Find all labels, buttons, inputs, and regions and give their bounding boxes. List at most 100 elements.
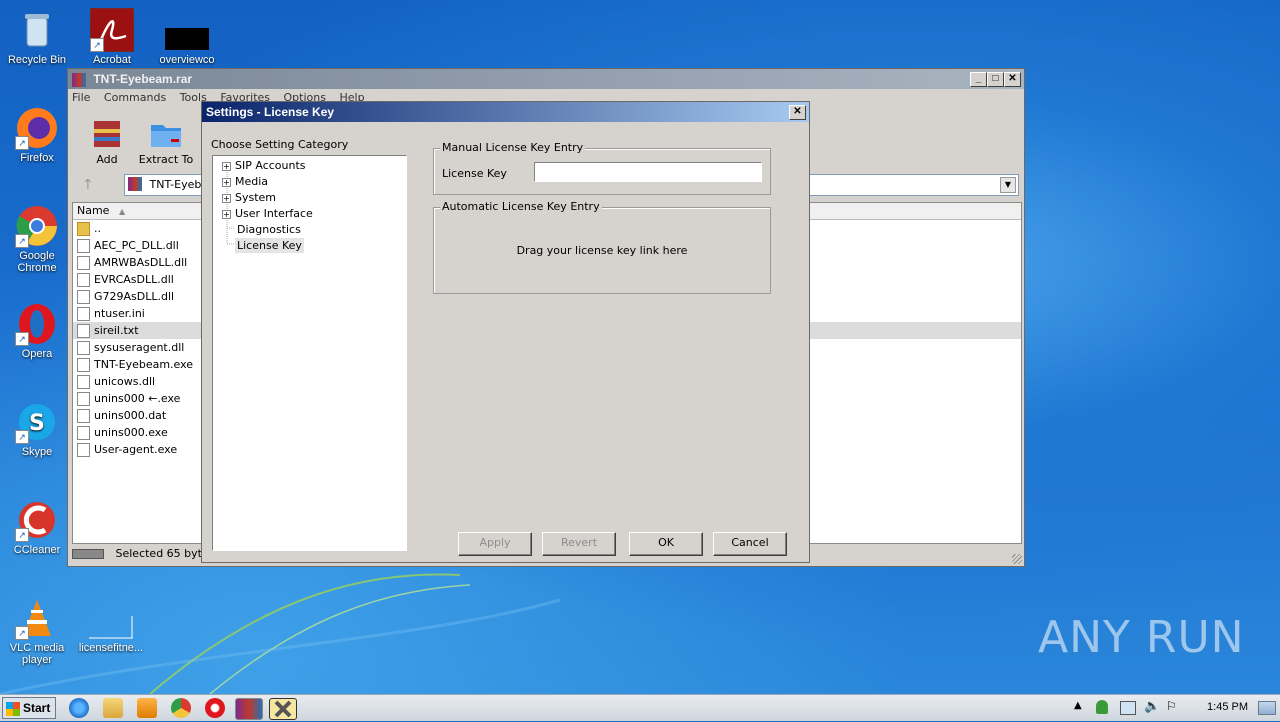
file-icon: [77, 324, 90, 338]
desktop-icon-label: Google Chrome: [17, 250, 57, 274]
file-icon: [77, 256, 90, 270]
category-label: Choose Setting Category: [211, 138, 349, 151]
revert-button[interactable]: Revert: [542, 532, 616, 556]
file-name: AMRWBAsDLL.dll: [94, 256, 188, 269]
apply-button[interactable]: Apply: [458, 532, 532, 556]
flag-icon[interactable]: ⚐: [1166, 699, 1177, 713]
expand-icon[interactable]: +: [222, 209, 231, 219]
show-hidden-icons-icon[interactable]: ▲: [1074, 700, 1082, 711]
desktop-icon-label: Skype: [21, 446, 53, 458]
eyebeam-taskbar-icon[interactable]: [269, 698, 297, 720]
extract-to-label: Extract To: [138, 153, 194, 166]
user-icon[interactable]: [1096, 700, 1108, 714]
file-thumbnail-icon: [165, 8, 209, 52]
desktop-icon-label: licensefitne...: [78, 642, 144, 654]
menu-file[interactable]: File: [72, 91, 90, 104]
chevron-down-icon[interactable]: ▼: [1000, 177, 1016, 193]
file-icon: [77, 426, 90, 440]
add-label: Add: [96, 153, 118, 166]
ok-button[interactable]: OK: [629, 532, 703, 556]
winrar-titlebar[interactable]: TNT-Eyebeam.rar _ □ ✕: [68, 69, 1024, 89]
license-key-input[interactable]: [534, 162, 762, 182]
clock[interactable]: 1:45 PM: [1207, 701, 1248, 713]
folder-extract-icon: [149, 117, 183, 151]
expand-icon[interactable]: +: [222, 161, 231, 171]
dialog-titlebar[interactable]: Settings - License Key ✕: [202, 102, 809, 122]
file-name: User-agent.exe: [94, 443, 178, 456]
status-bar: Selected 65 bytes: [72, 545, 214, 563]
desktop-icon-ccleaner[interactable]: ↗ CCleaner: [0, 498, 74, 556]
sort-ascending-icon: ▲: [118, 207, 126, 216]
extract-to-button[interactable]: Extract To: [136, 117, 196, 166]
desktop-icon-firefox[interactable]: ↗ Firefox: [0, 106, 74, 164]
svg-text:S: S: [29, 411, 45, 436]
file-icon: [77, 273, 90, 287]
windows-logo-icon: [6, 701, 20, 716]
taskbar: Start ▲ 🔈 ⚐ 1:45 PM: [0, 694, 1280, 721]
status-text: Selected 65 bytes: [115, 547, 215, 560]
tree-item-sip-accounts[interactable]: + SIP Accounts: [222, 158, 306, 173]
cancel-button[interactable]: Cancel: [713, 532, 787, 556]
skype-icon: S ↗: [15, 400, 59, 444]
file-thumbnail-icon: [89, 596, 133, 640]
license-key-label: License Key: [442, 167, 507, 180]
desktop-icon-label: Acrobat: [93, 54, 131, 66]
close-button[interactable]: ✕: [1004, 72, 1021, 87]
tree-item-user-interface[interactable]: + User Interface: [222, 206, 313, 221]
desktop-icon-recycle-bin[interactable]: Recycle Bin: [0, 8, 74, 66]
shortcut-arrow-icon: ↗: [15, 234, 29, 248]
opera-taskbar-icon[interactable]: [205, 698, 225, 718]
minimize-button[interactable]: _: [970, 72, 987, 87]
file-name: EVRCAsDLL.dll: [94, 273, 174, 286]
dialog-title: Settings - License Key: [206, 105, 335, 119]
up-arrow-icon[interactable]: ↑: [82, 177, 94, 193]
resize-grip-icon[interactable]: [1012, 554, 1022, 564]
file-icon: [77, 341, 90, 355]
maximize-button[interactable]: □: [987, 72, 1004, 87]
desktop-icon-opera[interactable]: ↗ Opera: [0, 302, 74, 360]
expand-icon[interactable]: +: [222, 193, 231, 203]
desktop-icon-licensefitne[interactable]: licensefitne...: [74, 596, 148, 654]
file-name: ..: [94, 222, 101, 235]
path-text: TNT-Eyebe: [149, 178, 209, 191]
add-button[interactable]: Add: [77, 117, 137, 166]
manual-license-group: Manual License Key Entry License Key: [433, 141, 771, 195]
file-icon: [77, 409, 90, 423]
file-explorer-icon[interactable]: [103, 698, 123, 718]
acrobat-icon: ↗: [89, 7, 135, 53]
tree-item-license-key[interactable]: License Key: [235, 238, 304, 253]
expand-icon[interactable]: +: [222, 177, 231, 187]
show-desktop-button[interactable]: [1258, 701, 1276, 715]
watermark: ANY RUN: [1038, 612, 1245, 663]
archive-icon: [128, 177, 142, 191]
desktop-icon-label: Recycle Bin: [7, 54, 67, 66]
drive-icon: [72, 549, 104, 559]
volume-icon[interactable]: 🔈: [1144, 699, 1160, 714]
desktop-icon-chrome[interactable]: ↗ Google Chrome: [0, 204, 74, 274]
tree-item-diagnostics[interactable]: Diagnostics: [237, 222, 301, 237]
ie-icon[interactable]: [69, 698, 89, 718]
desktop-icon-overviewco[interactable]: overviewco: [150, 8, 224, 66]
dialog-close-button[interactable]: ✕: [789, 105, 806, 120]
menu-commands[interactable]: Commands: [104, 91, 166, 104]
chrome-icon: ↗: [15, 204, 59, 248]
opera-icon: ↗: [15, 302, 59, 346]
file-icon: [77, 375, 90, 389]
shortcut-arrow-icon: ↗: [90, 38, 104, 52]
tree-item-system[interactable]: + System: [222, 190, 276, 205]
file-icon: [77, 358, 90, 372]
tree-item-media[interactable]: + Media: [222, 174, 268, 189]
drag-drop-zone[interactable]: Drag your license key link here: [434, 244, 770, 257]
chrome-taskbar-icon[interactable]: [171, 698, 191, 718]
media-player-icon[interactable]: [137, 698, 157, 718]
recycle-bin-icon: [15, 8, 59, 52]
file-name: sireil.txt: [94, 324, 139, 337]
desktop-icon-skype[interactable]: S ↗ Skype: [0, 400, 74, 458]
file-name: AEC_PC_DLL.dll: [94, 239, 179, 252]
desktop-icon-vlc[interactable]: ↗ VLC media player: [0, 596, 74, 666]
winrar-taskbar-icon[interactable]: [235, 698, 263, 720]
network-icon[interactable]: [1120, 701, 1136, 715]
desktop-icon-acrobat[interactable]: ↗ Acrobat: [75, 7, 149, 66]
start-button[interactable]: Start: [2, 697, 56, 719]
archive-add-icon: [90, 117, 124, 151]
